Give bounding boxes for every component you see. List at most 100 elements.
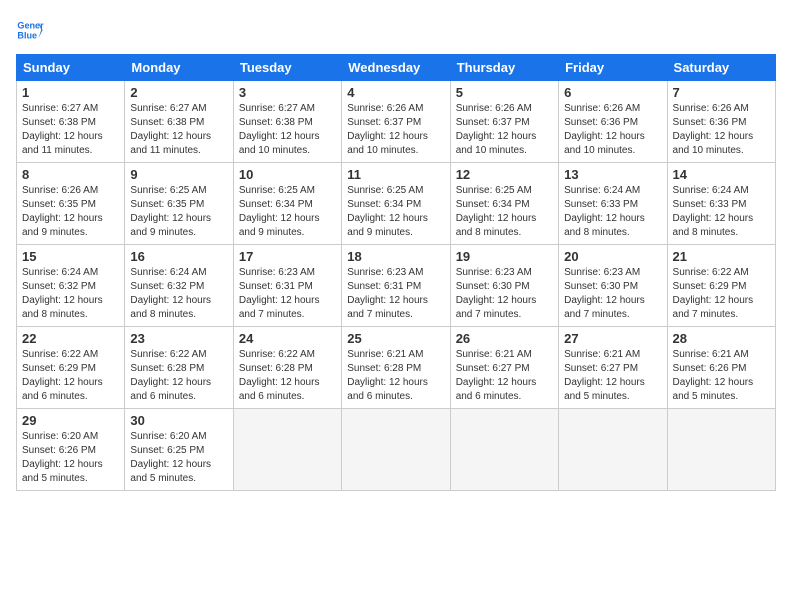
calendar-cell: 10 Sunrise: 6:25 AMSunset: 6:34 PMDayligh… xyxy=(233,163,341,245)
day-number: 10 xyxy=(239,167,336,182)
day-info: Sunrise: 6:23 AMSunset: 6:31 PMDaylight:… xyxy=(347,266,444,322)
day-number: 24 xyxy=(239,331,336,346)
day-info: Sunrise: 6:26 AMSunset: 6:36 PMDaylight:… xyxy=(564,102,661,158)
calendar-row: 22Sunrise: 6:22 AMSunset: 6:29 PMDayligh… xyxy=(17,327,776,409)
day-number: 8 xyxy=(22,167,119,182)
weekday-header: Saturday xyxy=(667,55,775,81)
day-info: Sunrise: 6:22 AMSunset: 6:29 PMDaylight:… xyxy=(22,348,119,404)
calendar-cell: 25 Sunrise: 6:21 AMSunset: 6:28 PMDayligh… xyxy=(342,327,450,409)
day-info: Sunrise: 6:25 AMSunset: 6:34 PMDaylight:… xyxy=(239,184,336,240)
day-info: Sunrise: 6:22 AMSunset: 6:28 PMDaylight:… xyxy=(130,348,227,404)
calendar-cell: 7Sunrise: 6:26 AMSunset: 6:36 PMDaylight… xyxy=(667,81,775,163)
calendar-cell: 16 Sunrise: 6:24 AMSunset: 6:32 PMDayligh… xyxy=(125,245,233,327)
calendar-cell xyxy=(667,409,775,491)
day-number: 30 xyxy=(130,413,227,428)
day-number: 23 xyxy=(130,331,227,346)
day-info: Sunrise: 6:20 AMSunset: 6:25 PMDaylight:… xyxy=(130,430,227,486)
calendar-row: 29 Sunrise: 6:20 AMSunset: 6:26 PMDayligh… xyxy=(17,409,776,491)
weekday-header: Sunday xyxy=(17,55,125,81)
calendar-row: 8Sunrise: 6:26 AMSunset: 6:35 PMDaylight… xyxy=(17,163,776,245)
calendar-cell: 26 Sunrise: 6:21 AMSunset: 6:27 PMDayligh… xyxy=(450,327,558,409)
day-number: 9 xyxy=(130,167,227,182)
day-info: Sunrise: 6:22 AMSunset: 6:28 PMDaylight:… xyxy=(239,348,336,404)
day-info: Sunrise: 6:27 AMSunset: 6:38 PMDaylight:… xyxy=(130,102,227,158)
weekday-header: Tuesday xyxy=(233,55,341,81)
day-info: Sunrise: 6:21 AMSunset: 6:28 PMDaylight:… xyxy=(347,348,444,404)
day-info: Sunrise: 6:24 AMSunset: 6:32 PMDaylight:… xyxy=(130,266,227,322)
page-container: General Blue SundayMondayTuesdayWednesda… xyxy=(0,0,792,499)
calendar-cell xyxy=(559,409,667,491)
calendar-cell: 8Sunrise: 6:26 AMSunset: 6:35 PMDaylight… xyxy=(17,163,125,245)
day-number: 26 xyxy=(456,331,553,346)
calendar-cell: 9 Sunrise: 6:25 AMSunset: 6:35 PMDaylight… xyxy=(125,163,233,245)
calendar-cell: 14 Sunrise: 6:24 AMSunset: 6:33 PMDayligh… xyxy=(667,163,775,245)
calendar-cell: 5 Sunrise: 6:26 AMSunset: 6:37 PMDaylight… xyxy=(450,81,558,163)
day-number: 16 xyxy=(130,249,227,264)
day-number: 2 xyxy=(130,85,227,100)
day-number: 4 xyxy=(347,85,444,100)
weekday-header: Thursday xyxy=(450,55,558,81)
calendar-cell: 23 Sunrise: 6:22 AMSunset: 6:28 PMDayligh… xyxy=(125,327,233,409)
day-info: Sunrise: 6:24 AMSunset: 6:33 PMDaylight:… xyxy=(564,184,661,240)
calendar-cell: 27Sunrise: 6:21 AMSunset: 6:27 PMDayligh… xyxy=(559,327,667,409)
weekday-header: Wednesday xyxy=(342,55,450,81)
day-number: 3 xyxy=(239,85,336,100)
day-info: Sunrise: 6:27 AMSunset: 6:38 PMDaylight:… xyxy=(239,102,336,158)
logo: General Blue xyxy=(16,16,46,44)
day-info: Sunrise: 6:21 AMSunset: 6:27 PMDaylight:… xyxy=(456,348,553,404)
calendar-cell: 24 Sunrise: 6:22 AMSunset: 6:28 PMDayligh… xyxy=(233,327,341,409)
day-info: Sunrise: 6:23 AMSunset: 6:31 PMDaylight:… xyxy=(239,266,336,322)
calendar-cell: 3 Sunrise: 6:27 AMSunset: 6:38 PMDaylight… xyxy=(233,81,341,163)
day-number: 15 xyxy=(22,249,119,264)
header: General Blue xyxy=(16,16,776,44)
day-number: 29 xyxy=(22,413,119,428)
day-number: 7 xyxy=(673,85,770,100)
day-number: 27 xyxy=(564,331,661,346)
day-number: 1 xyxy=(22,85,119,100)
day-info: Sunrise: 6:23 AMSunset: 6:30 PMDaylight:… xyxy=(456,266,553,322)
day-number: 6 xyxy=(564,85,661,100)
day-info: Sunrise: 6:26 AMSunset: 6:37 PMDaylight:… xyxy=(347,102,444,158)
day-number: 20 xyxy=(564,249,661,264)
day-info: Sunrise: 6:26 AMSunset: 6:37 PMDaylight:… xyxy=(456,102,553,158)
calendar-cell: 21Sunrise: 6:22 AMSunset: 6:29 PMDayligh… xyxy=(667,245,775,327)
svg-text:Blue: Blue xyxy=(17,30,37,40)
day-number: 11 xyxy=(347,167,444,182)
day-number: 21 xyxy=(673,249,770,264)
day-number: 25 xyxy=(347,331,444,346)
calendar-cell: 29 Sunrise: 6:20 AMSunset: 6:26 PMDayligh… xyxy=(17,409,125,491)
day-info: Sunrise: 6:24 AMSunset: 6:32 PMDaylight:… xyxy=(22,266,119,322)
calendar-cell: 4 Sunrise: 6:26 AMSunset: 6:37 PMDaylight… xyxy=(342,81,450,163)
day-info: Sunrise: 6:24 AMSunset: 6:33 PMDaylight:… xyxy=(673,184,770,240)
calendar-cell: 30 Sunrise: 6:20 AMSunset: 6:25 PMDayligh… xyxy=(125,409,233,491)
calendar-cell xyxy=(342,409,450,491)
day-info: Sunrise: 6:23 AMSunset: 6:30 PMDaylight:… xyxy=(564,266,661,322)
weekday-header-row: SundayMondayTuesdayWednesdayThursdayFrid… xyxy=(17,55,776,81)
calendar-cell: 1 Sunrise: 6:27 AMSunset: 6:38 PMDaylight… xyxy=(17,81,125,163)
calendar-cell xyxy=(450,409,558,491)
calendar-cell: 20 Sunrise: 6:23 AMSunset: 6:30 PMDayligh… xyxy=(559,245,667,327)
day-info: Sunrise: 6:21 AMSunset: 6:26 PMDaylight:… xyxy=(673,348,770,404)
day-number: 18 xyxy=(347,249,444,264)
calendar-cell: 2 Sunrise: 6:27 AMSunset: 6:38 PMDaylight… xyxy=(125,81,233,163)
calendar-cell: 15 Sunrise: 6:24 AMSunset: 6:32 PMDayligh… xyxy=(17,245,125,327)
day-number: 14 xyxy=(673,167,770,182)
day-number: 19 xyxy=(456,249,553,264)
day-info: Sunrise: 6:25 AMSunset: 6:34 PMDaylight:… xyxy=(456,184,553,240)
calendar-cell: 18 Sunrise: 6:23 AMSunset: 6:31 PMDayligh… xyxy=(342,245,450,327)
day-info: Sunrise: 6:27 AMSunset: 6:38 PMDaylight:… xyxy=(22,102,119,158)
day-info: Sunrise: 6:25 AMSunset: 6:35 PMDaylight:… xyxy=(130,184,227,240)
day-info: Sunrise: 6:20 AMSunset: 6:26 PMDaylight:… xyxy=(22,430,119,486)
calendar-cell: 11 Sunrise: 6:25 AMSunset: 6:34 PMDayligh… xyxy=(342,163,450,245)
day-number: 12 xyxy=(456,167,553,182)
calendar-cell: 6 Sunrise: 6:26 AMSunset: 6:36 PMDaylight… xyxy=(559,81,667,163)
day-number: 13 xyxy=(564,167,661,182)
day-number: 5 xyxy=(456,85,553,100)
calendar-cell: 13 Sunrise: 6:24 AMSunset: 6:33 PMDayligh… xyxy=(559,163,667,245)
weekday-header: Friday xyxy=(559,55,667,81)
calendar-cell: 22Sunrise: 6:22 AMSunset: 6:29 PMDayligh… xyxy=(17,327,125,409)
day-info: Sunrise: 6:25 AMSunset: 6:34 PMDaylight:… xyxy=(347,184,444,240)
calendar-row: 15 Sunrise: 6:24 AMSunset: 6:32 PMDayligh… xyxy=(17,245,776,327)
calendar-row: 1 Sunrise: 6:27 AMSunset: 6:38 PMDaylight… xyxy=(17,81,776,163)
day-number: 17 xyxy=(239,249,336,264)
